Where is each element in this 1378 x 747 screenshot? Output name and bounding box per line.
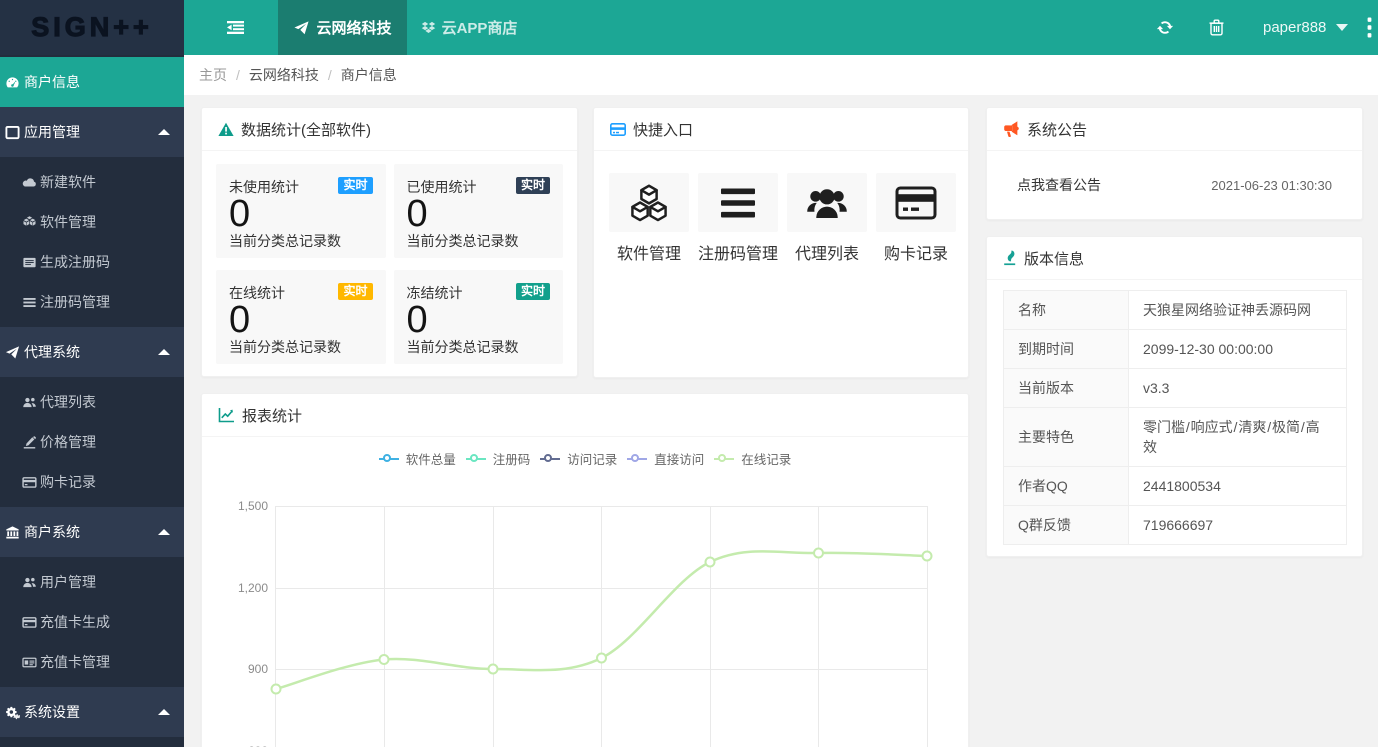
- svg-text:1,500: 1,500: [238, 499, 268, 513]
- svg-text:900: 900: [248, 662, 268, 676]
- svg-text:1,200: 1,200: [238, 581, 268, 595]
